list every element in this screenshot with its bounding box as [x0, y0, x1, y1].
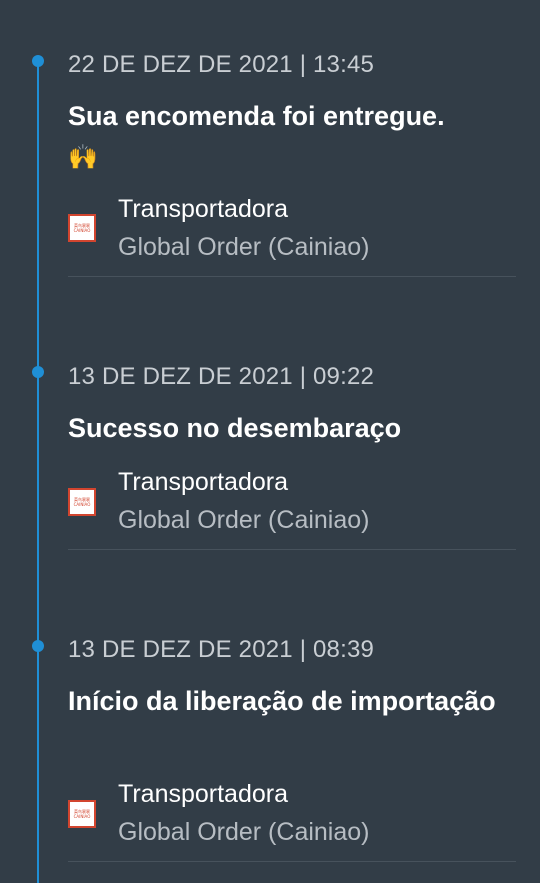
- carrier-name[interactable]: Global Order (Cainiao): [118, 233, 370, 262]
- cainiao-logo-icon: 菜鸟裹裹 CAINIAO: [68, 214, 96, 242]
- event-divider: [68, 549, 516, 550]
- logo-text-en: CAINIAO: [73, 814, 91, 819]
- event-divider: [68, 861, 516, 862]
- event-date: 13 DE DEZ DE 2021 | 09:22: [68, 363, 375, 390]
- event-date: 13 DE DEZ DE 2021 | 08:39: [68, 636, 375, 663]
- cainiao-logo-icon: 菜鸟裹裹 CAINIAO: [68, 800, 96, 828]
- timeline-dot-icon: [32, 55, 44, 67]
- timeline-line: [37, 60, 39, 883]
- event-title-text: Sua encomenda foi entregue.: [68, 101, 445, 131]
- event-title: Sua encomenda foi entregue. 🙌: [68, 96, 518, 178]
- carrier-label: Transportadora: [118, 468, 288, 496]
- logo-text-en: CAINIAO: [73, 502, 91, 507]
- event-divider: [68, 276, 516, 277]
- timeline-dot-icon: [32, 366, 44, 378]
- raising-hands-icon: 🙌: [68, 144, 98, 171]
- event-date: 22 DE DEZ DE 2021 | 13:45: [68, 51, 375, 78]
- carrier-label: Transportadora: [118, 195, 288, 223]
- event-title: Início da liberação de importação: [68, 686, 496, 716]
- event-title: Sucesso no desembaraço: [68, 413, 402, 443]
- timeline-dot-icon: [32, 640, 44, 652]
- cainiao-logo-icon: 菜鸟裹裹 CAINIAO: [68, 488, 96, 516]
- logo-text-en: CAINIAO: [73, 228, 91, 233]
- carrier-label: Transportadora: [118, 780, 288, 808]
- carrier-name[interactable]: Global Order (Cainiao): [118, 506, 370, 535]
- carrier-name[interactable]: Global Order (Cainiao): [118, 818, 370, 847]
